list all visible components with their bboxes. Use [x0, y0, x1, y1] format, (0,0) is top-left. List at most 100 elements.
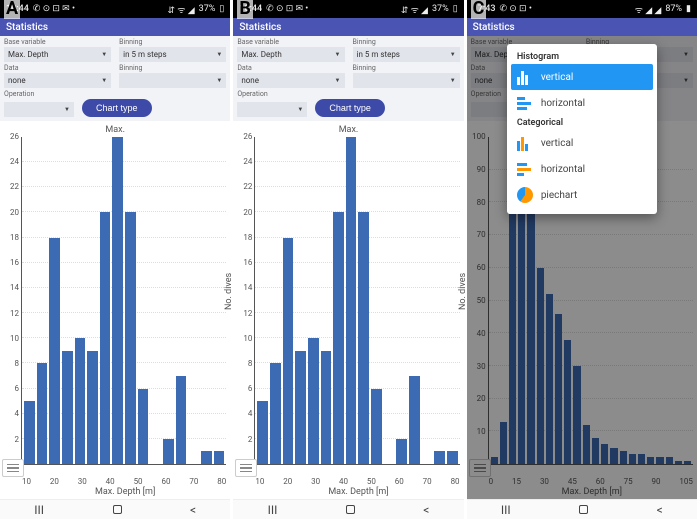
popup-item-cat-vertical[interactable]: vertical — [507, 130, 657, 156]
nav-recent-icon[interactable]: III — [268, 503, 278, 517]
popup-item-cat-horizontal[interactable]: horizontal — [507, 156, 657, 182]
base-var-dropdown[interactable]: Max. Depth — [4, 47, 111, 62]
nav-home-icon[interactable] — [113, 505, 122, 514]
x-axis-label: Max. Depth [m] — [2, 487, 228, 497]
bar — [112, 137, 123, 464]
cat-horizontal-icon — [517, 161, 533, 177]
bar — [176, 376, 187, 464]
popup-item-piechart[interactable]: piechart — [507, 182, 657, 208]
bar — [24, 401, 35, 464]
piechart-icon — [517, 187, 533, 203]
binning-label: Binning — [119, 38, 226, 46]
plot-area[interactable] — [22, 137, 226, 465]
base-var-dropdown[interactable]: Max. Depth — [237, 47, 344, 62]
bar — [409, 376, 420, 464]
bar — [283, 238, 294, 464]
binning-dropdown[interactable]: in 5 m steps — [353, 47, 460, 62]
bar — [125, 212, 136, 464]
signal-icons: ⇵ ᯤ ◢ — [168, 3, 195, 16]
bar — [396, 439, 407, 464]
bar — [75, 338, 86, 464]
bar — [333, 212, 344, 464]
plot-area[interactable] — [255, 137, 459, 465]
notif-icons: ✆ ⊙ ⊡ ✉ • — [266, 4, 308, 14]
panel-letter: A — [4, 0, 20, 19]
chart-wrap: Max. No. dives 26242220181614121086420 1… — [0, 121, 230, 499]
data-dropdown[interactable]: none — [4, 73, 111, 88]
panel-c: C 17:43✆ ⊙ ⊡ • ᯤ ◢ ◢87%▮ Statistics Base… — [467, 0, 700, 519]
bar — [100, 212, 111, 464]
nav-recent-icon[interactable]: III — [34, 503, 44, 517]
panel-b: B 10:44✆ ⊙ ⊡ ✉ • ⇵ ᯤ ◢37%▯ Statistics Ba… — [233, 0, 466, 519]
bar — [270, 363, 281, 464]
appbar-title: Statistics — [473, 22, 515, 33]
bar — [214, 451, 225, 464]
nav-back-icon[interactable]: < — [657, 503, 663, 517]
nav-recent-icon[interactable]: III — [501, 503, 511, 517]
notif-icons: ✆ ⊙ ⊡ ✉ • — [33, 4, 75, 14]
vertical-bars-icon — [517, 69, 533, 85]
chart-type-button[interactable]: Chart type — [315, 99, 385, 117]
operation-dropdown[interactable] — [4, 102, 74, 117]
nav-back-icon[interactable]: < — [423, 503, 429, 517]
binning-dropdown[interactable]: in 5 m steps — [119, 47, 226, 62]
operation-dropdown[interactable] — [237, 102, 307, 117]
bars — [255, 137, 459, 464]
popup-section-categorical: Categorical — [507, 116, 657, 130]
chart-type-popup: Histogram vertical horizontal Categorica… — [507, 44, 657, 214]
data-dropdown[interactable]: none — [237, 73, 344, 88]
app-bar: Statistics — [0, 18, 230, 36]
app-bar: Statistics — [233, 18, 463, 36]
chart-type-button[interactable]: Chart type — [82, 99, 152, 117]
status-bar: 10:44✆ ⊙ ⊡ ✉ • ⇵ ᯤ ◢37%▯ — [233, 0, 463, 18]
nav-bar: III < — [467, 499, 697, 519]
controls-area: Base variableMax. Depth Binningin 5 m st… — [233, 36, 463, 121]
popup-item-hist-vertical[interactable]: vertical — [511, 64, 653, 90]
bar — [49, 238, 60, 464]
y-axis: 26242220181614121086420 — [2, 137, 22, 477]
nav-bar: III < — [0, 499, 230, 519]
cat-vertical-icon — [517, 135, 533, 151]
data-binning-dropdown[interactable] — [119, 73, 226, 88]
bar — [87, 351, 98, 464]
bar — [37, 363, 48, 464]
battery-pct: 87% — [665, 4, 682, 14]
x-axis-label: Max. Depth [m] — [235, 487, 461, 497]
chart-menu-icon[interactable] — [2, 459, 24, 477]
bar — [358, 212, 369, 464]
nav-back-icon[interactable]: < — [190, 503, 196, 517]
y-axis-label: No. dives — [224, 273, 234, 310]
battery-icon: ▯ — [219, 4, 224, 14]
battery-pct: 37% — [432, 4, 449, 14]
battery-icon: ▯ — [453, 4, 458, 14]
nav-home-icon[interactable] — [346, 505, 355, 514]
chart-title: Max. — [2, 125, 228, 135]
bar — [308, 338, 319, 464]
data-binning-dropdown[interactable] — [353, 73, 460, 88]
status-bar: 10:44✆ ⊙ ⊡ ✉ • ⇵ ᯤ ◢37%▯ — [0, 0, 230, 18]
signal-icons: ⇵ ᯤ ◢ — [401, 3, 428, 16]
bar — [295, 351, 306, 464]
notif-icons: ✆ ⊙ ⊡ • — [500, 4, 532, 14]
nav-home-icon[interactable] — [579, 505, 588, 514]
bar — [371, 389, 382, 464]
appbar-title: Statistics — [6, 22, 48, 33]
panel-letter: C — [471, 0, 487, 19]
popup-item-hist-horizontal[interactable]: horizontal — [507, 90, 657, 116]
base-var-label: Base variable — [4, 38, 111, 46]
y-axis-label: No. dives — [0, 273, 1, 310]
x-axis: 1020304050607080 — [2, 477, 228, 486]
bar — [447, 451, 458, 464]
appbar-title: Statistics — [239, 22, 281, 33]
app-bar: Statistics — [467, 18, 697, 36]
chart-menu-icon[interactable] — [235, 459, 257, 477]
bar — [257, 401, 268, 464]
signal-icons: ᯤ ◢ ◢ — [635, 3, 662, 16]
horizontal-bars-icon — [517, 95, 533, 111]
bar — [62, 351, 73, 464]
battery-pct: 37% — [199, 4, 216, 14]
data-label: Data — [4, 64, 111, 72]
bar — [434, 451, 445, 464]
panel-a: A 10:44✆ ⊙ ⊡ ✉ • ⇵ ᯤ ◢37%▯ Statistics Ba… — [0, 0, 233, 519]
status-bar: 17:43✆ ⊙ ⊡ • ᯤ ◢ ◢87%▮ — [467, 0, 697, 18]
